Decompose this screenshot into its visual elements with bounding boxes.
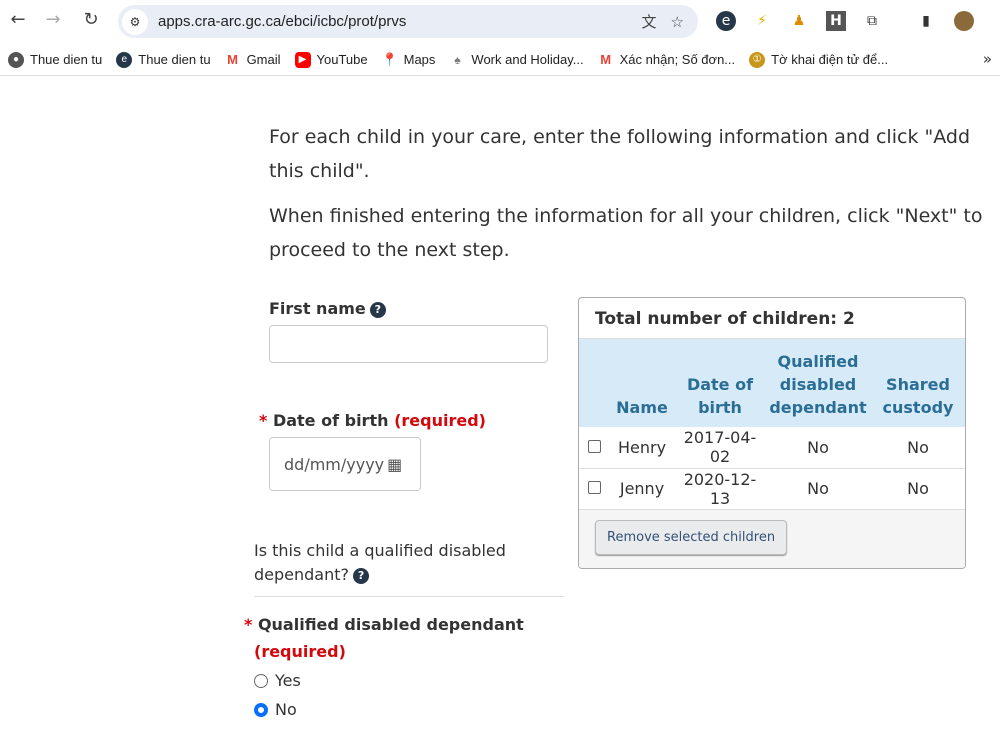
radio-no[interactable]: No (254, 700, 297, 719)
label-text: Qualified disabled dependant (257, 615, 524, 634)
required-marker: (required) (394, 411, 486, 430)
required-marker: (required) (254, 642, 346, 661)
back-icon[interactable]: ← (6, 9, 30, 30)
divider (254, 596, 564, 597)
help-icon[interactable]: ? (353, 568, 370, 584)
site-settings-icon[interactable]: ⚙ (122, 8, 148, 35)
forward-icon[interactable]: → (41, 9, 65, 30)
cell-shared: No (871, 468, 965, 510)
children-table: Name Date of birth Qualified disabled de… (579, 339, 965, 510)
browser-toolbar: ← → ↻ ⚙ apps.cra-arc.gc.ca/ebci/icbc/pro… (0, 0, 1000, 42)
bookmark-label: Gmail (246, 52, 281, 67)
dob-input[interactable]: dd/mm/yyyy ▦ (269, 437, 421, 491)
bookmark[interactable]: M Xác nhận; Số đơn... (598, 51, 736, 68)
extension-h-icon[interactable]: H (826, 11, 846, 31)
profile-avatar[interactable] (954, 11, 974, 31)
row-checkbox[interactable] (587, 439, 601, 453)
cell-name: Henry (609, 427, 675, 469)
children-summary: Total number of children: 2 Name Date of… (578, 297, 966, 569)
table-row: Jenny 2020-12-13 No No (579, 468, 965, 510)
e-icon: e (116, 51, 133, 68)
bookmark[interactable]: M Gmail (225, 51, 281, 68)
extension-e-icon[interactable]: e (716, 11, 736, 31)
header-qdd: Qualified disabled dependant (765, 339, 871, 427)
gmail-icon: M (600, 51, 612, 67)
table-header: Name Date of birth Qualified disabled de… (579, 339, 965, 427)
bookmark[interactable]: ▶ YouTube (294, 51, 368, 68)
radio-yes[interactable]: Yes (254, 671, 301, 690)
address-bar[interactable]: ⚙ apps.cra-arc.gc.ca/ebci/icbc/prot/prvs… (118, 5, 698, 38)
cell-dob: 2020-12-13 (675, 468, 765, 510)
bookmark[interactable]: 📍 Maps (382, 52, 436, 68)
header-name: Name (609, 339, 675, 427)
page-content: For each child in your care, enter the f… (0, 80, 1000, 730)
bookmark-label: Work and Holiday... (471, 52, 584, 67)
intro-text-next: When finished entering the information f… (269, 205, 983, 261)
bookmarks-bar: ● Thue dien tu e Thue dien tu M Gmail ▶ YouT… (0, 44, 1000, 76)
first-name-input[interactable] (269, 325, 548, 363)
bookmark-label: Thue dien tu (30, 52, 103, 67)
radio-label: No (275, 700, 297, 719)
url-text[interactable]: apps.cra-arc.gc.ca/ebci/icbc/prot/prvs (158, 13, 642, 30)
bookmark-label: Xác nhận; Số đơn... (619, 52, 736, 67)
intro-text: For each child in your care, enter the f… (269, 126, 971, 182)
bookmark[interactable]: ● Thue dien tu (8, 51, 103, 68)
help-icon[interactable]: ? (369, 302, 386, 318)
dob-placeholder: dd/mm/yyyy (284, 454, 385, 474)
cell-dob: 2017-04-02 (675, 427, 765, 469)
translate-icon[interactable]: 文 (642, 11, 657, 32)
globe-icon: ● (8, 51, 24, 68)
bookmark-label: Thue dien tu (138, 52, 211, 67)
bookmark-label: Maps (403, 52, 436, 67)
calendar-icon[interactable]: ▦ (387, 455, 402, 474)
more-bookmarks-icon[interactable]: » (983, 50, 992, 68)
extension-person-icon[interactable]: ♟ (789, 11, 809, 31)
label-text: First name (269, 299, 366, 318)
bookmark-label: Tờ khai điện tử để... (771, 52, 889, 67)
disabled-question: Is this child a qualified disabled depen… (254, 539, 544, 587)
question-text: Is this child a qualified disabled depen… (254, 541, 506, 584)
cell-shared: No (871, 427, 965, 469)
table-row: Henry 2017-04-02 No No (579, 427, 965, 469)
extensions-puzzle-icon[interactable]: ⧉ (862, 11, 882, 31)
header-dob: Date of birth (675, 339, 765, 427)
bookmark-label: YouTube (316, 52, 368, 67)
cell-qdd: No (765, 468, 871, 510)
gmail-icon: M (227, 51, 238, 67)
card-footer: Remove selected children (579, 509, 965, 568)
radio-label: Yes (275, 671, 301, 690)
bookmark-star-icon[interactable]: ☆ (671, 13, 684, 31)
qdd-label: * Qualified disabled dependant (required) (244, 615, 524, 661)
radio-button[interactable] (254, 702, 268, 717)
radio-button[interactable] (254, 673, 268, 688)
label-text: Date of birth (272, 411, 389, 430)
reload-icon[interactable]: ↻ (79, 9, 103, 30)
first-name-label: First name? (269, 299, 386, 318)
maps-pin-icon: 📍 (381, 51, 398, 67)
youtube-icon: ▶ (294, 51, 311, 68)
row-checkbox[interactable] (587, 481, 601, 494)
bookmark[interactable]: ♠ Work and Holiday... (449, 52, 583, 68)
dob-label: * Date of birth (required) (259, 411, 486, 430)
cell-qdd: No (765, 427, 871, 469)
header-shared: Shared custody (871, 339, 965, 427)
bookmark[interactable]: ① Tờ khai điện tử để... (749, 51, 889, 68)
side-panel-icon[interactable]: ▮ (916, 11, 936, 31)
remove-selected-button[interactable]: Remove selected children (595, 519, 788, 555)
crest-icon: ♠ (454, 52, 461, 67)
children-total: Total number of children: 2 (579, 298, 965, 339)
cell-name: Jenny (609, 468, 675, 510)
bookmark[interactable]: e Thue dien tu (116, 51, 211, 68)
coin-icon: ① (749, 51, 766, 68)
extension-bolt-icon[interactable]: ⚡ (752, 11, 772, 31)
